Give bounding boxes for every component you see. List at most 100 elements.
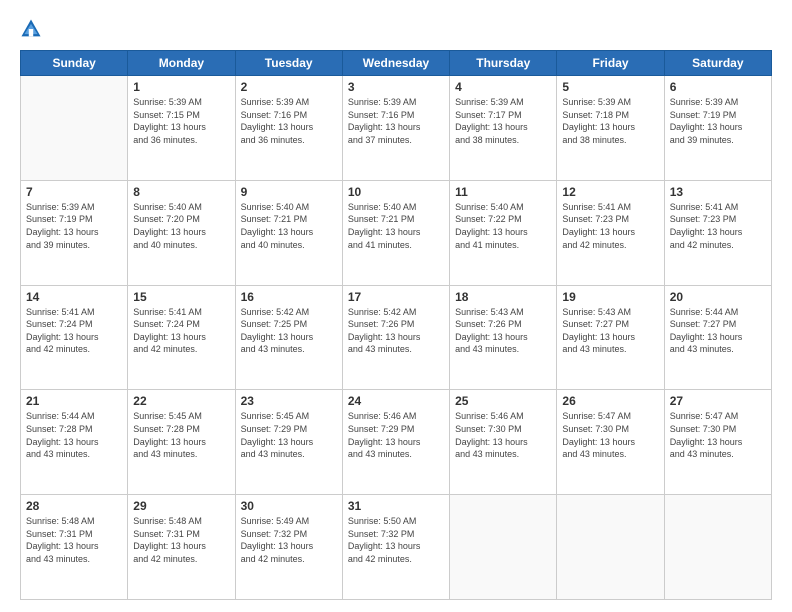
day-info: Sunrise: 5:39 AM Sunset: 7:19 PM Dayligh… [670,96,766,146]
day-info: Sunrise: 5:39 AM Sunset: 7:17 PM Dayligh… [455,96,551,146]
logo [20,18,46,40]
calendar-cell: 6 Sunrise: 5:39 AM Sunset: 7:19 PM Daylig… [664,76,771,181]
day-info: Sunrise: 5:39 AM Sunset: 7:16 PM Dayligh… [241,96,337,146]
day-info: Sunrise: 5:41 AM Sunset: 7:23 PM Dayligh… [562,201,658,251]
day-number: 7 [26,185,122,199]
day-number: 2 [241,80,337,94]
day-number: 28 [26,499,122,513]
calendar-cell: 2 Sunrise: 5:39 AM Sunset: 7:16 PM Daylig… [235,76,342,181]
day-number: 15 [133,290,229,304]
calendar-cell: 26 Sunrise: 5:47 AM Sunset: 7:30 PM Dayli… [557,390,664,495]
calendar-cell: 22 Sunrise: 5:45 AM Sunset: 7:28 PM Dayli… [128,390,235,495]
calendar-cell: 12 Sunrise: 5:41 AM Sunset: 7:23 PM Dayli… [557,180,664,285]
header [20,18,772,40]
calendar-cell: 30Sunrise: 5:49 AM Sunset: 7:32 PM Dayli… [235,495,342,600]
calendar-cell: 28 Sunrise: 5:48 AM Sunset: 7:31 PM Dayli… [21,495,128,600]
weekday-header-monday: Monday [128,51,235,76]
calendar-cell: 16 Sunrise: 5:42 AM Sunset: 7:25 PM Dayli… [235,285,342,390]
calendar-cell: 23 Sunrise: 5:45 AM Sunset: 7:29 PM Dayli… [235,390,342,495]
day-number: 8 [133,185,229,199]
day-info: Sunrise: 5:40 AM Sunset: 7:20 PM Dayligh… [133,201,229,251]
day-number: 19 [562,290,658,304]
day-info: Sunrise: 5:41 AM Sunset: 7:24 PM Dayligh… [133,306,229,356]
page: SundayMondayTuesdayWednesdayThursdayFrid… [0,0,792,612]
day-info: Sunrise: 5:42 AM Sunset: 7:26 PM Dayligh… [348,306,444,356]
day-info: Sunrise: 5:44 AM Sunset: 7:27 PM Dayligh… [670,306,766,356]
day-info: Sunrise: 5:48 AM Sunset: 7:31 PM Dayligh… [26,515,122,565]
calendar-cell: 10 Sunrise: 5:40 AM Sunset: 7:21 PM Dayli… [342,180,449,285]
calendar-cell: 5 Sunrise: 5:39 AM Sunset: 7:18 PM Daylig… [557,76,664,181]
day-info: Sunrise: 5:39 AM Sunset: 7:16 PM Dayligh… [348,96,444,146]
day-info: Sunrise: 5:45 AM Sunset: 7:28 PM Dayligh… [133,410,229,460]
day-number: 30 [241,499,337,513]
calendar-week-row: 1 Sunrise: 5:39 AM Sunset: 7:15 PM Daylig… [21,76,772,181]
calendar-cell: 4Sunrise: 5:39 AM Sunset: 7:17 PM Daylig… [450,76,557,181]
calendar-cell: 13 Sunrise: 5:41 AM Sunset: 7:23 PM Dayli… [664,180,771,285]
weekday-header-tuesday: Tuesday [235,51,342,76]
day-info: Sunrise: 5:43 AM Sunset: 7:27 PM Dayligh… [562,306,658,356]
day-number: 21 [26,394,122,408]
day-number: 10 [348,185,444,199]
calendar-table: SundayMondayTuesdayWednesdayThursdayFrid… [20,50,772,600]
day-number: 31 [348,499,444,513]
calendar-week-row: 21Sunrise: 5:44 AM Sunset: 7:28 PM Dayli… [21,390,772,495]
day-number: 6 [670,80,766,94]
day-info: Sunrise: 5:39 AM Sunset: 7:15 PM Dayligh… [133,96,229,146]
day-number: 16 [241,290,337,304]
calendar-cell: 1 Sunrise: 5:39 AM Sunset: 7:15 PM Daylig… [128,76,235,181]
day-number: 5 [562,80,658,94]
calendar-cell: 15 Sunrise: 5:41 AM Sunset: 7:24 PM Dayli… [128,285,235,390]
weekday-header-saturday: Saturday [664,51,771,76]
day-number: 14 [26,290,122,304]
calendar-cell: 8 Sunrise: 5:40 AM Sunset: 7:20 PM Daylig… [128,180,235,285]
day-info: Sunrise: 5:47 AM Sunset: 7:30 PM Dayligh… [562,410,658,460]
calendar-cell: 3 Sunrise: 5:39 AM Sunset: 7:16 PM Daylig… [342,76,449,181]
calendar-cell: 31Sunrise: 5:50 AM Sunset: 7:32 PM Dayli… [342,495,449,600]
weekday-header-sunday: Sunday [21,51,128,76]
day-number: 23 [241,394,337,408]
day-number: 1 [133,80,229,94]
calendar-cell: 24Sunrise: 5:46 AM Sunset: 7:29 PM Dayli… [342,390,449,495]
day-number: 13 [670,185,766,199]
day-number: 29 [133,499,229,513]
day-info: Sunrise: 5:40 AM Sunset: 7:21 PM Dayligh… [348,201,444,251]
day-info: Sunrise: 5:41 AM Sunset: 7:23 PM Dayligh… [670,201,766,251]
day-info: Sunrise: 5:41 AM Sunset: 7:24 PM Dayligh… [26,306,122,356]
day-info: Sunrise: 5:43 AM Sunset: 7:26 PM Dayligh… [455,306,551,356]
day-info: Sunrise: 5:39 AM Sunset: 7:18 PM Dayligh… [562,96,658,146]
weekday-header-thursday: Thursday [450,51,557,76]
calendar-cell: 25Sunrise: 5:46 AM Sunset: 7:30 PM Dayli… [450,390,557,495]
day-number: 18 [455,290,551,304]
day-number: 27 [670,394,766,408]
day-info: Sunrise: 5:48 AM Sunset: 7:31 PM Dayligh… [133,515,229,565]
calendar-cell: 29 Sunrise: 5:48 AM Sunset: 7:31 PM Dayli… [128,495,235,600]
calendar-week-row: 28 Sunrise: 5:48 AM Sunset: 7:31 PM Dayli… [21,495,772,600]
calendar-cell: 9 Sunrise: 5:40 AM Sunset: 7:21 PM Daylig… [235,180,342,285]
day-info: Sunrise: 5:40 AM Sunset: 7:22 PM Dayligh… [455,201,551,251]
day-number: 20 [670,290,766,304]
day-info: Sunrise: 5:46 AM Sunset: 7:30 PM Dayligh… [455,410,551,460]
calendar-cell: 11Sunrise: 5:40 AM Sunset: 7:22 PM Dayli… [450,180,557,285]
day-info: Sunrise: 5:40 AM Sunset: 7:21 PM Dayligh… [241,201,337,251]
day-info: Sunrise: 5:45 AM Sunset: 7:29 PM Dayligh… [241,410,337,460]
calendar-cell: 27 Sunrise: 5:47 AM Sunset: 7:30 PM Dayli… [664,390,771,495]
calendar-cell: 7 Sunrise: 5:39 AM Sunset: 7:19 PM Daylig… [21,180,128,285]
calendar-cell [557,495,664,600]
calendar-cell: 20 Sunrise: 5:44 AM Sunset: 7:27 PM Dayli… [664,285,771,390]
day-info: Sunrise: 5:39 AM Sunset: 7:19 PM Dayligh… [26,201,122,251]
day-number: 12 [562,185,658,199]
day-number: 22 [133,394,229,408]
calendar-cell: 17Sunrise: 5:42 AM Sunset: 7:26 PM Dayli… [342,285,449,390]
day-number: 3 [348,80,444,94]
day-number: 26 [562,394,658,408]
weekday-header-row: SundayMondayTuesdayWednesdayThursdayFrid… [21,51,772,76]
day-info: Sunrise: 5:42 AM Sunset: 7:25 PM Dayligh… [241,306,337,356]
calendar-cell: 21Sunrise: 5:44 AM Sunset: 7:28 PM Dayli… [21,390,128,495]
calendar-cell: 14 Sunrise: 5:41 AM Sunset: 7:24 PM Dayli… [21,285,128,390]
calendar-cell: 18 Sunrise: 5:43 AM Sunset: 7:26 PM Dayli… [450,285,557,390]
calendar-cell: 19 Sunrise: 5:43 AM Sunset: 7:27 PM Dayli… [557,285,664,390]
weekday-header-friday: Friday [557,51,664,76]
day-number: 9 [241,185,337,199]
day-info: Sunrise: 5:47 AM Sunset: 7:30 PM Dayligh… [670,410,766,460]
calendar-cell [21,76,128,181]
